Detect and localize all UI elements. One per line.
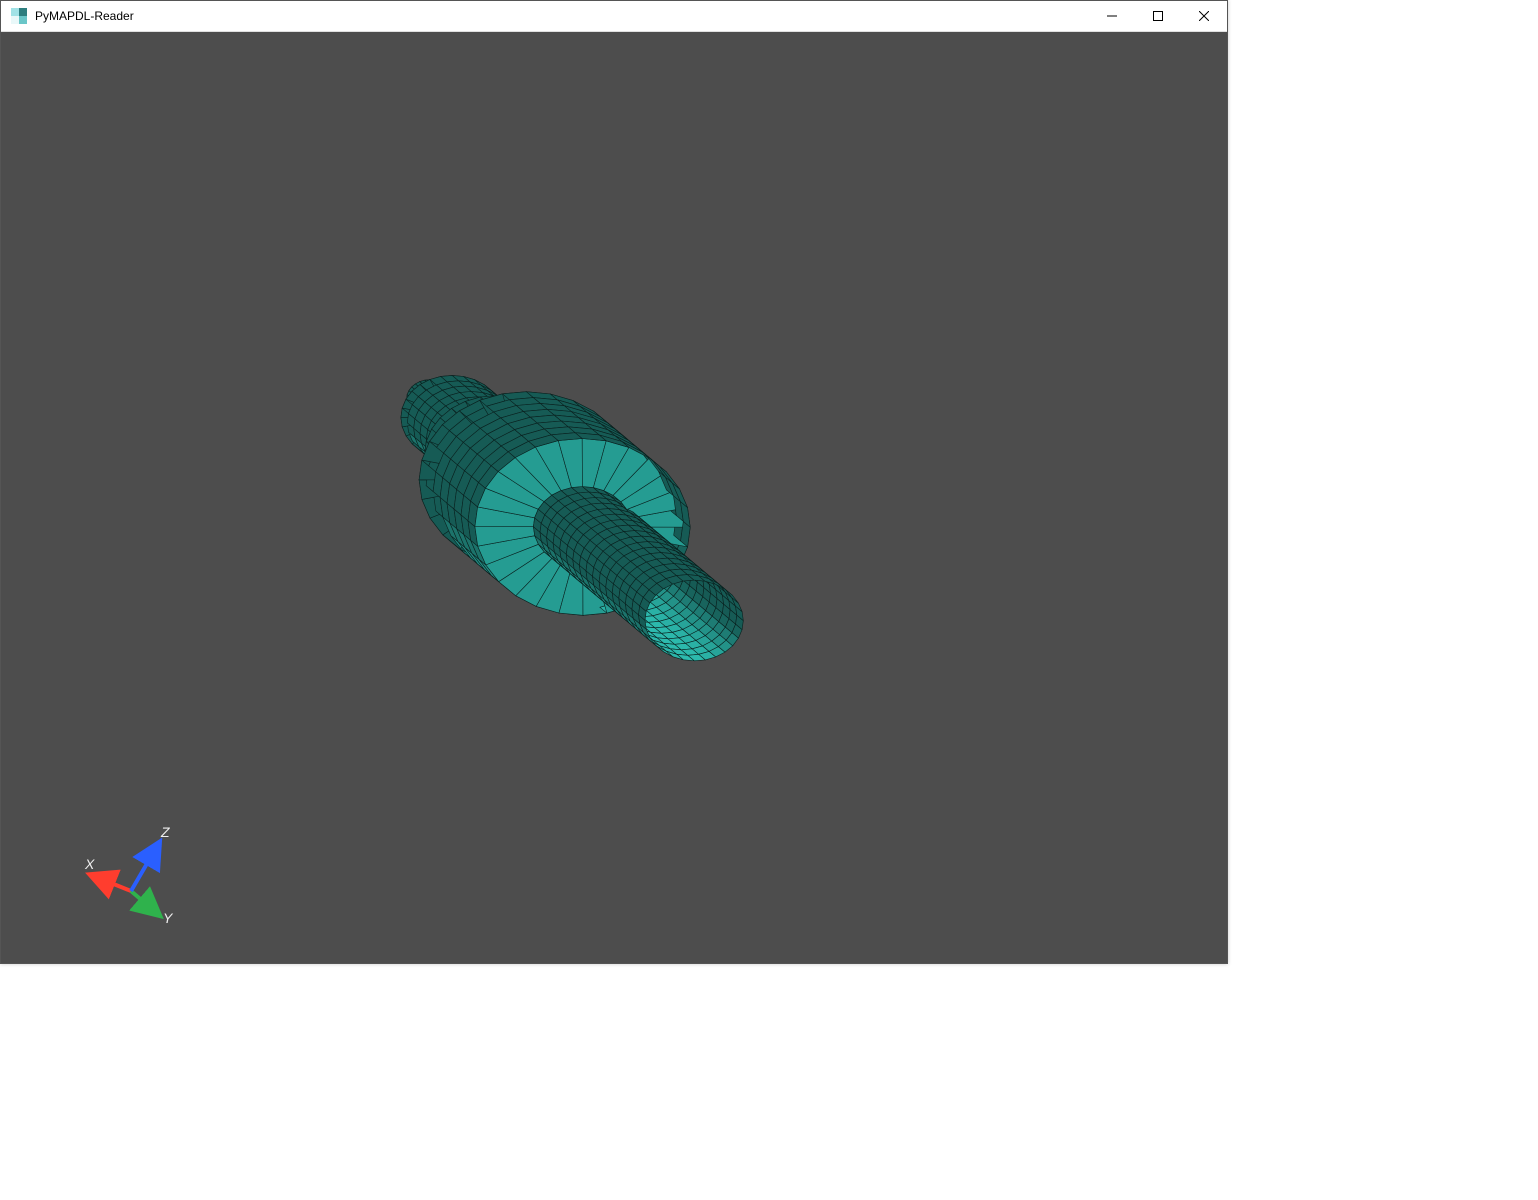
axis-y: [131, 891, 159, 915]
axis-x-label: X: [84, 856, 95, 872]
close-button[interactable]: [1181, 1, 1227, 31]
axis-x: [91, 875, 131, 891]
window-title: PyMAPDL-Reader: [35, 9, 134, 23]
orientation-axes[interactable]: X Y Z: [21, 783, 201, 953]
app-icon: [11, 8, 27, 24]
axis-z-label: Z: [160, 824, 170, 840]
maximize-button[interactable]: [1135, 1, 1181, 31]
minimize-button[interactable]: [1089, 1, 1135, 31]
app-window: PyMAPDL-Reader: [0, 0, 1228, 964]
viewport[interactable]: X Y Z: [1, 32, 1227, 963]
titlebar[interactable]: PyMAPDL-Reader: [1, 1, 1227, 32]
axis-z: [131, 843, 159, 891]
axis-y-label: Y: [163, 910, 174, 926]
